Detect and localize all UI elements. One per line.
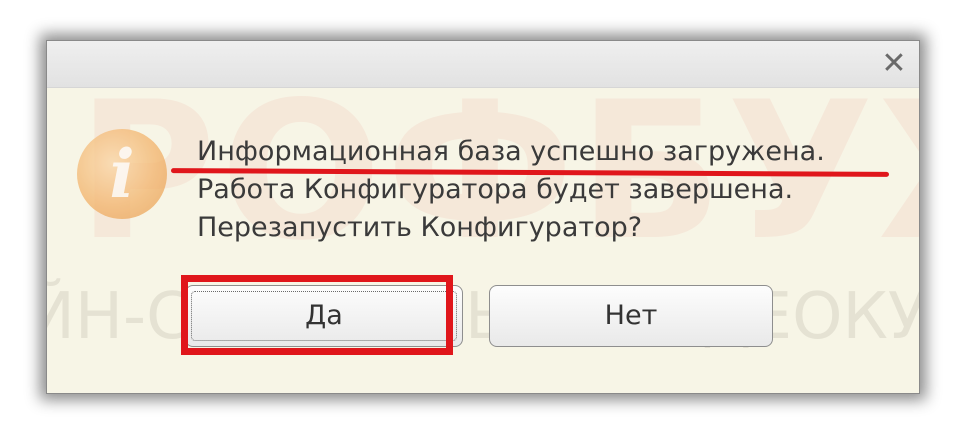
close-icon[interactable]: ✕ <box>877 47 911 81</box>
screenshot-stage: РОФБУХ ЙН-СЕМИНАРЫ И ВИДЕОКУРСЫ ✕ i Инфо… <box>0 0 962 434</box>
message-line-shutdown: Работа Конфигуратора будет завершена. <box>197 174 794 205</box>
message-line-loaded: Информационная база успешно загружена. <box>197 136 825 167</box>
message-line-restart-question: Перезапустить Конфигуратор? <box>197 212 643 243</box>
focus-ring <box>191 291 457 341</box>
watermark-caption: ЙН-СЕМИНАРЫ И ВИДЕОКУРСЫ <box>47 285 919 349</box>
restart-dialog: РОФБУХ ЙН-СЕМИНАРЫ И ВИДЕОКУРСЫ ✕ i Инфо… <box>46 40 920 394</box>
dialog-titlebar: ✕ <box>47 41 919 88</box>
no-button-label: Нет <box>604 300 658 331</box>
dialog-message: Информационная база успешно загружена. Р… <box>197 133 825 247</box>
yes-button[interactable]: Да <box>185 285 463 347</box>
info-icon: i <box>77 129 167 219</box>
no-button[interactable]: Нет <box>489 285 773 347</box>
